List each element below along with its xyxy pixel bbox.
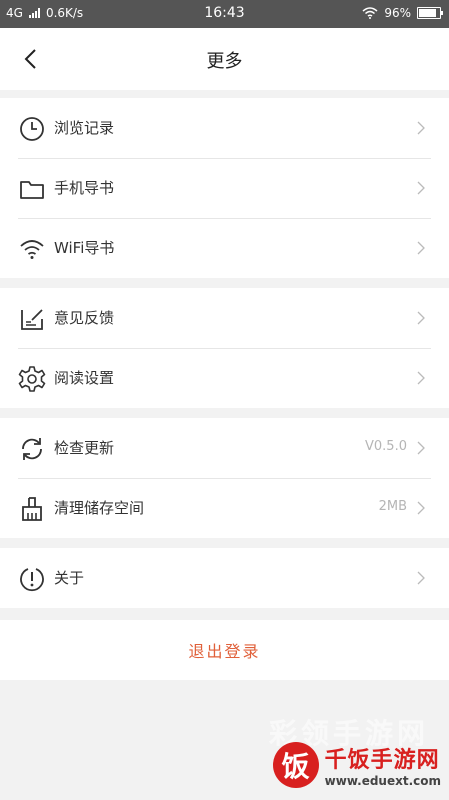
watermark-brand-char: 饭 [272,742,319,788]
watermark-logo: 饭 千饭手游网 www.eduext.com [272,742,441,788]
refresh-icon [22,438,42,460]
menu-item-feedback[interactable]: 意见反馈 [0,288,449,348]
chevron-right-icon [417,241,425,255]
wifi-status-icon [362,7,378,19]
menu-item-reading-settings[interactable]: 阅读设置 [0,348,449,408]
menu-item-label: 关于 [54,569,85,587]
chevron-right-icon [417,181,425,195]
menu-item-label: 意见反馈 [54,309,115,327]
battery-percent: 96% [384,6,411,20]
menu-item-label: 手机导书 [54,179,115,197]
menu-item-wifi-import[interactable]: WiFi导书 [0,218,449,278]
chevron-right-icon [417,121,425,135]
settings-group-history: 浏览记录 手机导书 WiFi导书 [0,98,449,278]
menu-item-phone-import[interactable]: 手机导书 [0,158,449,218]
broom-icon [22,497,42,521]
menu-item-label: WiFi导书 [54,239,115,257]
menu-item-label: 浏览记录 [54,119,115,137]
menu-item-about[interactable]: 关于 [0,548,449,608]
header: 更多 [0,28,449,90]
chevron-right-icon [417,311,425,325]
wifi-icon [20,240,44,259]
version-value: V0.5.0 [365,439,407,454]
chevron-right-icon [417,571,425,585]
menu-item-label: 清理储存空间 [54,499,145,517]
storage-size-value: 2MB [378,499,407,514]
back-arrow-icon[interactable] [18,46,44,72]
folder-icon [20,181,44,199]
menu-item-clear-storage[interactable]: 清理储存空间 2MB [0,478,449,538]
status-bar: 4G 0.6K/s 16:43 96% [0,0,449,28]
watermark-brand-name: 千饭手游网 [324,748,440,773]
settings-group-feedback: 意见反馈 阅读设置 [0,288,449,408]
logout-button[interactable]: 退出登录 [0,638,449,662]
page-title: 更多 [206,51,243,72]
menu-item-label: 阅读设置 [54,369,115,387]
logout-section: 退出登录 [0,620,449,680]
clock-icon [20,117,44,141]
info-icon [20,568,44,592]
battery-icon [417,7,443,19]
feedback-icon [21,309,43,330]
chevron-right-icon [417,441,425,455]
gear-icon [18,366,46,392]
menu-item-check-update[interactable]: 检查更新 V0.5.0 [0,418,449,478]
watermark-url: www.eduext.com [324,774,441,788]
settings-group-maintenance: 检查更新 V0.5.0 清理储存空间 2MB [0,418,449,538]
chevron-right-icon [417,371,425,385]
menu-item-browse-history[interactable]: 浏览记录 [0,98,449,158]
menu-item-label: 检查更新 [54,439,115,457]
settings-group-about: 关于 [0,548,449,608]
chevron-right-icon [417,501,425,515]
